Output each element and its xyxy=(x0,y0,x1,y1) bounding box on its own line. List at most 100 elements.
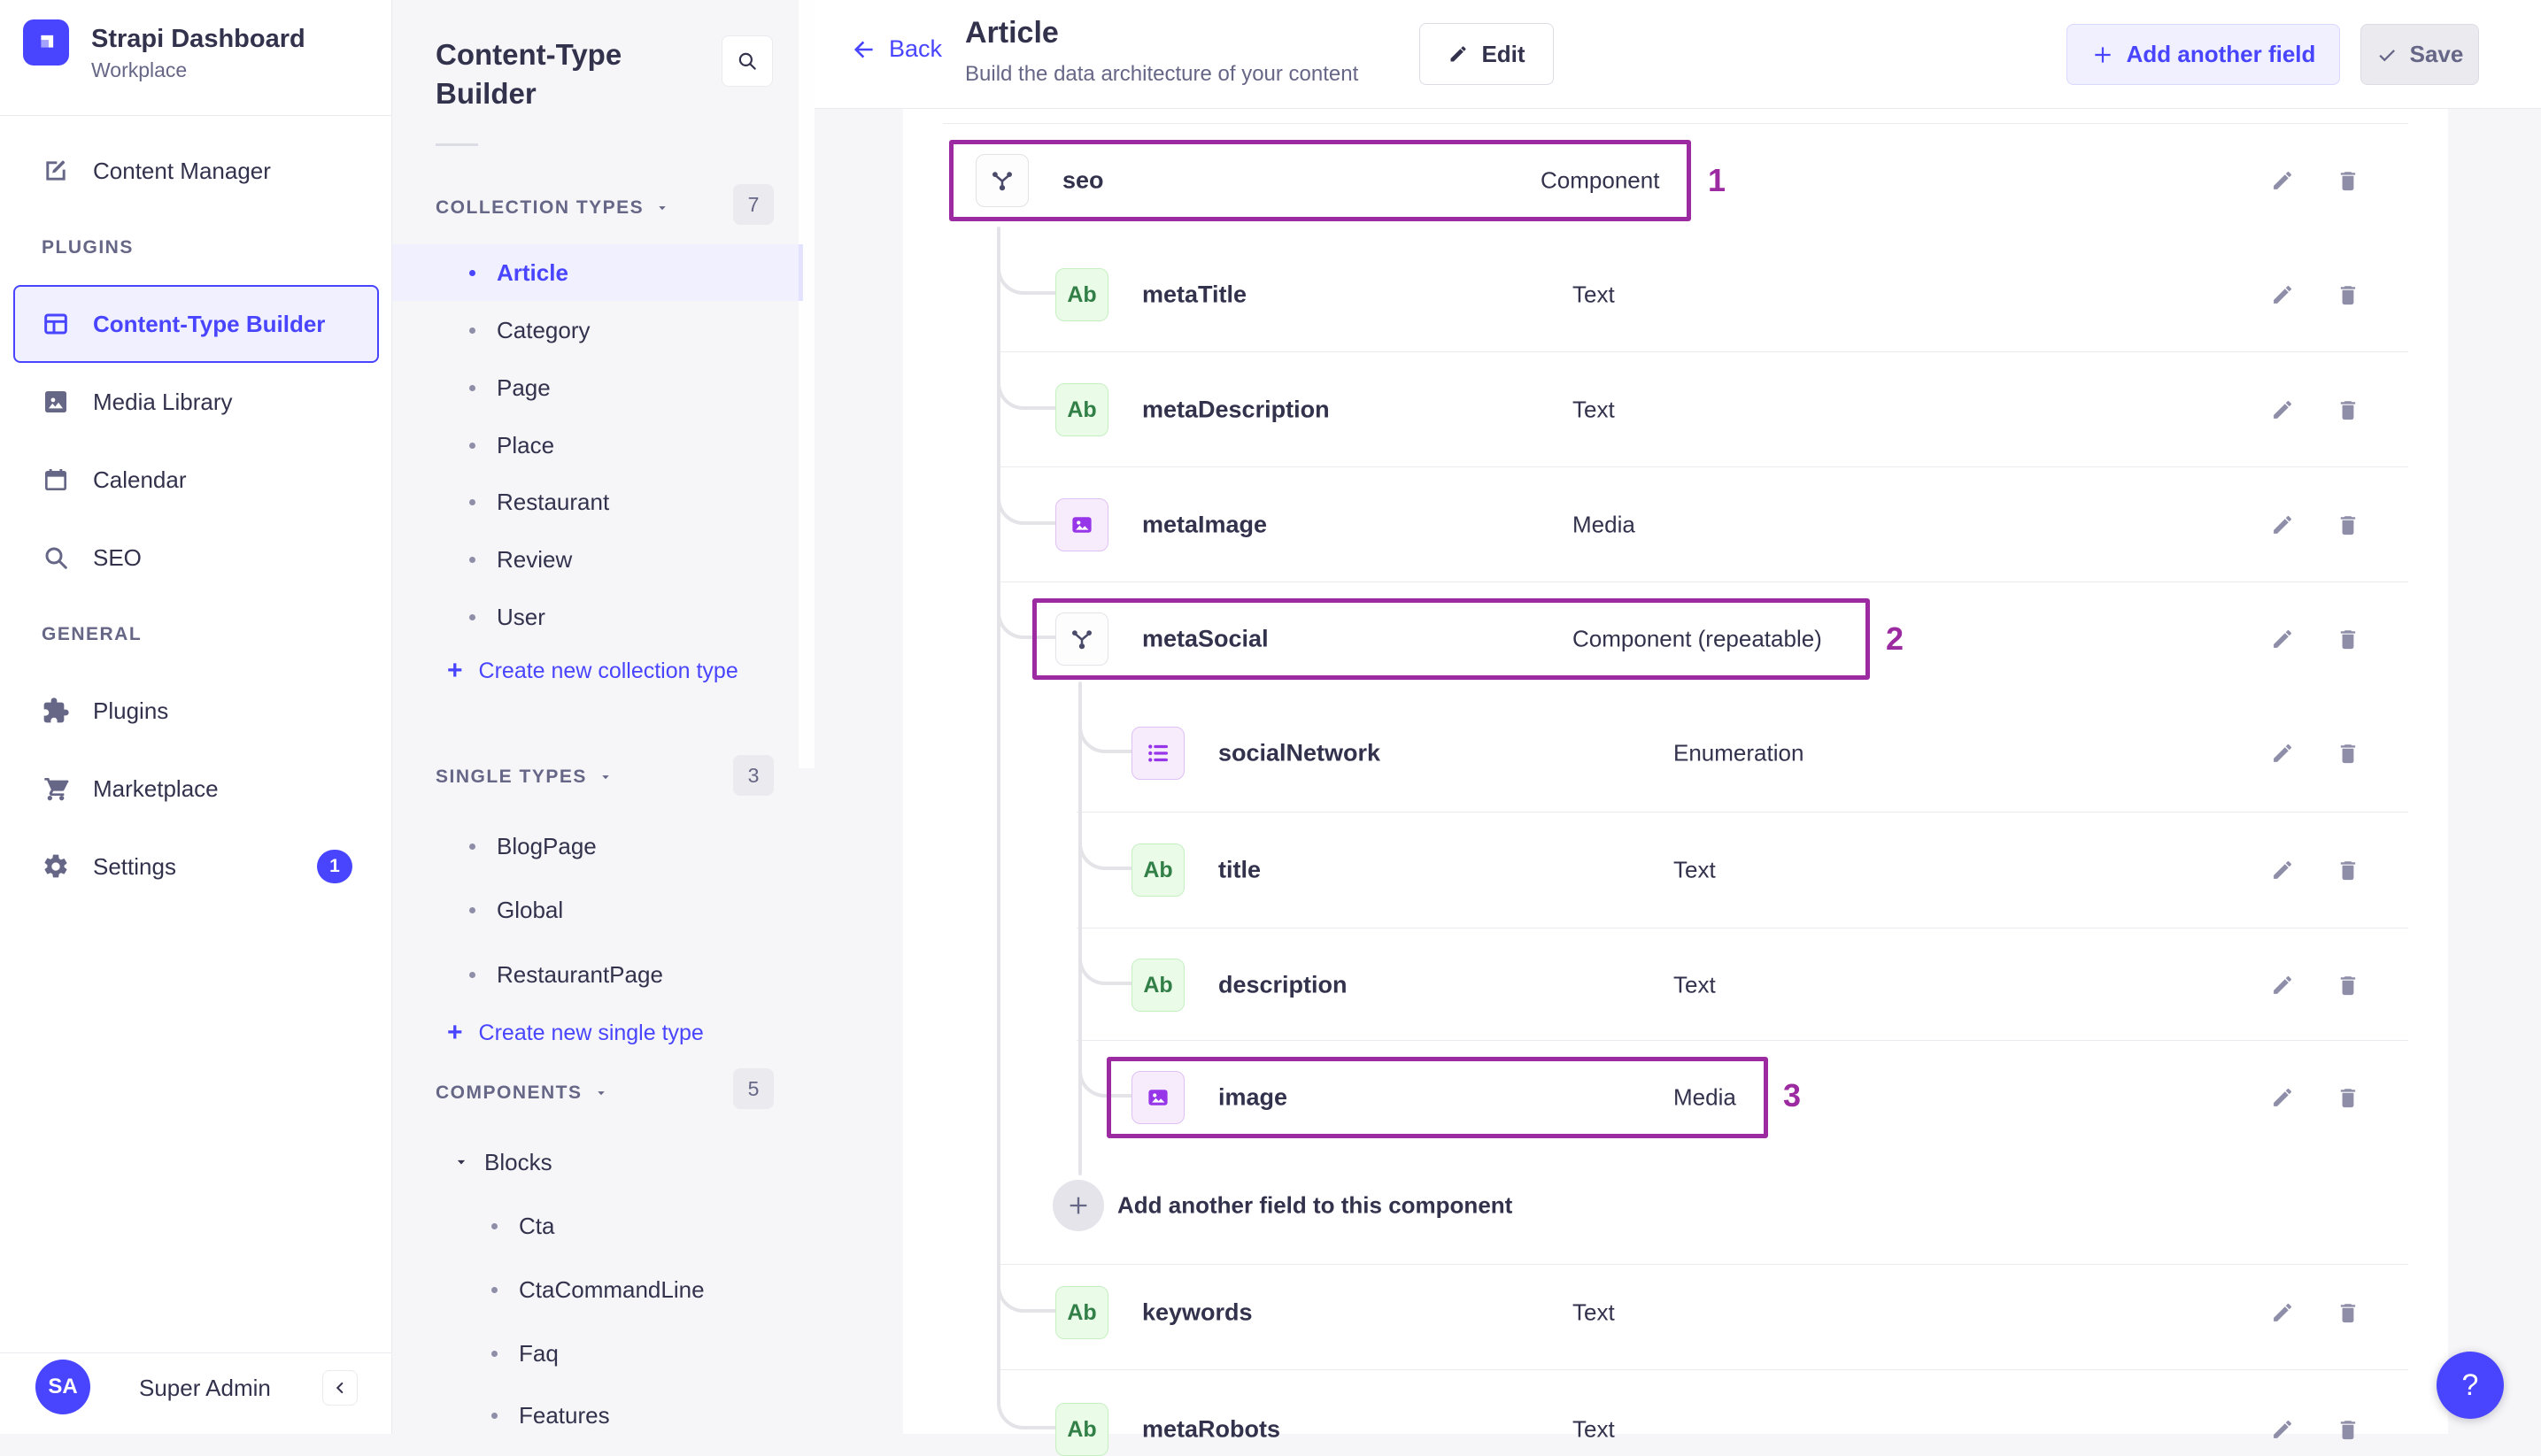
delete-field-button[interactable] xyxy=(2329,505,2367,544)
back-link[interactable]: Back xyxy=(850,35,942,63)
panel-item-cta[interactable]: Cta xyxy=(392,1198,815,1254)
tree-connector xyxy=(1078,930,1131,985)
field-type: Text xyxy=(1572,1415,1615,1443)
edit-field-button[interactable] xyxy=(2263,966,2302,1005)
trash-icon xyxy=(2340,630,2356,650)
help-button[interactable]: ? xyxy=(2437,1352,2504,1419)
panel-item-ctacommandline[interactable]: CtaCommandLine xyxy=(392,1261,815,1318)
edit-field-button[interactable] xyxy=(2263,620,2302,659)
trash-icon xyxy=(2340,401,2356,420)
panel-item-global[interactable]: Global xyxy=(392,882,815,938)
delete-field-button[interactable] xyxy=(2329,851,2367,890)
panel-item-faq[interactable]: Faq xyxy=(392,1325,815,1382)
create-new-single-type-link[interactable]: + Create new single type xyxy=(392,1006,815,1059)
sidebar-item-calendar[interactable]: Calendar xyxy=(0,451,392,508)
pencil-icon xyxy=(2274,1303,2292,1321)
row-divider xyxy=(1077,1040,2408,1041)
delete-field-button[interactable] xyxy=(2329,966,2367,1005)
caret-down-icon xyxy=(602,775,609,780)
edit-field-button[interactable] xyxy=(2263,505,2302,544)
edit-button[interactable]: Edit xyxy=(1419,23,1554,85)
field-name: metaSocial xyxy=(1142,625,1269,652)
sidebar-item-plugins[interactable]: Plugins xyxy=(0,682,392,739)
edit-field-button[interactable] xyxy=(2263,275,2302,314)
panel-scrollbar[interactable] xyxy=(799,0,815,768)
delete-field-button[interactable] xyxy=(2329,734,2367,773)
component-category-blocks[interactable]: Blocks xyxy=(392,1134,815,1190)
panel-item-features[interactable]: Features xyxy=(392,1387,815,1444)
strapi-logo xyxy=(23,19,69,65)
trash-icon xyxy=(2340,744,2356,764)
section-header-components[interactable]: COMPONENTS xyxy=(436,1075,609,1111)
section-header-collection-types[interactable]: COLLECTION TYPES xyxy=(436,190,670,226)
bullet-icon xyxy=(491,1350,498,1357)
workspace-label: Workplace xyxy=(91,58,188,81)
field-name: keywords xyxy=(1142,1298,1253,1326)
search-button[interactable] xyxy=(722,35,773,87)
save-label: Save xyxy=(2409,41,2464,67)
edit-field-button[interactable] xyxy=(2263,390,2302,429)
edit-field-button[interactable] xyxy=(2263,851,2302,890)
field-type: Media xyxy=(1572,511,1635,538)
sidebar-section-header: PLUGINS xyxy=(42,237,134,258)
add-field-to-component-label[interactable]: Add another field to this component xyxy=(1117,1192,1512,1220)
sidebar-item-content-manager[interactable]: Content Manager xyxy=(0,143,392,199)
edit-field-button[interactable] xyxy=(2263,1293,2302,1332)
save-button[interactable]: Save xyxy=(2360,24,2479,85)
bullet-icon xyxy=(469,906,475,913)
add-field-to-component-button[interactable] xyxy=(1053,1180,1104,1231)
create-new-collection-type-link[interactable]: + Create new collection type xyxy=(392,644,815,697)
edit-field-button[interactable] xyxy=(2263,1078,2302,1117)
sidebar-item-seo[interactable]: SEO xyxy=(0,529,392,586)
delete-field-button[interactable] xyxy=(2329,390,2367,429)
field-name: seo xyxy=(1062,166,1104,194)
panel-item-restaurant[interactable]: Restaurant xyxy=(392,474,815,530)
avatar[interactable]: SA xyxy=(35,1360,90,1414)
panel-item-page[interactable]: Page xyxy=(392,359,815,416)
panel-item-label: Global xyxy=(497,896,564,923)
panel-item-blogpage[interactable]: BlogPage xyxy=(392,818,815,874)
panel-item-place[interactable]: Place xyxy=(392,417,815,474)
panel-item-category[interactable]: Category xyxy=(392,302,815,358)
caret-down-icon xyxy=(659,206,666,211)
component-category-label: Blocks xyxy=(484,1148,552,1175)
sidebar-item-media-library[interactable]: Media Library xyxy=(0,374,392,430)
panel-item-restaurantpage[interactable]: RestaurantPage xyxy=(392,946,815,1003)
sidebar-collapse-button[interactable] xyxy=(322,1370,358,1406)
ctb-icon-wrap xyxy=(42,310,70,338)
edit-field-button[interactable] xyxy=(2263,161,2302,200)
field-name: metaRobots xyxy=(1142,1415,1281,1443)
bullet-icon xyxy=(469,556,475,563)
edit-field-button[interactable] xyxy=(2263,1410,2302,1449)
sidebar-item-content-type-builder[interactable]: Content-Type Builder xyxy=(13,285,379,363)
panel-item-article[interactable]: Article xyxy=(392,244,803,301)
add-another-field-button[interactable]: Add another field xyxy=(2066,24,2340,85)
tree-connector xyxy=(997,355,1055,410)
calendar-icon-wrap xyxy=(42,466,70,494)
panel-item-user[interactable]: User xyxy=(392,589,815,645)
sidebar-item-label: SEO xyxy=(93,543,142,571)
sidebar-item-marketplace[interactable]: Marketplace xyxy=(0,760,392,817)
panel-item-label: Page xyxy=(497,374,551,401)
delete-field-button[interactable] xyxy=(2329,161,2367,200)
field-type-chip-component xyxy=(976,154,1029,207)
delete-field-button[interactable] xyxy=(2329,1078,2367,1117)
field-type-chip-text: Ab xyxy=(1131,959,1185,1012)
bullet-icon xyxy=(469,971,475,978)
field-name: image xyxy=(1218,1083,1288,1111)
bullet-icon xyxy=(469,269,475,276)
delete-field-button[interactable] xyxy=(2329,1293,2367,1332)
edit-field-button[interactable] xyxy=(2263,734,2302,773)
panel-item-label: CtaCommandLine xyxy=(519,1275,705,1303)
field-type-chip-component xyxy=(1055,612,1108,666)
delete-field-button[interactable] xyxy=(2329,1410,2367,1449)
panel-item-review[interactable]: Review xyxy=(392,531,815,588)
media-library-icon xyxy=(45,391,66,412)
delete-field-button[interactable] xyxy=(2329,620,2367,659)
delete-field-button[interactable] xyxy=(2329,275,2367,314)
media-library-icon-wrap xyxy=(42,388,70,416)
section-header-label: COLLECTION TYPES xyxy=(436,197,645,218)
section-header-single-types[interactable]: SINGLE TYPES xyxy=(436,759,614,795)
sidebar-item-settings[interactable]: Settings 1 xyxy=(0,838,392,895)
bullet-icon xyxy=(469,442,475,449)
